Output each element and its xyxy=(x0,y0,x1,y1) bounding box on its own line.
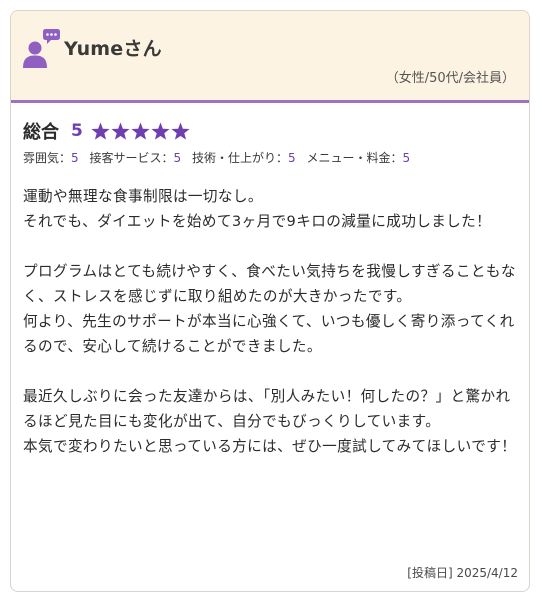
review-header: Yumeさん （女性/50代/会社員） xyxy=(11,11,529,103)
reviewer-meta: （女性/50代/会社員） xyxy=(385,71,515,86)
review-body: 運動や無理な食事制限は一切なし。 それでも、ダイエットを始めて3ヶ月で9キロの減… xyxy=(23,188,517,455)
overall-score: 5 xyxy=(71,121,83,141)
sub-rating-menu-price: メニュー・料金：5 xyxy=(306,151,410,165)
sub-rating-label: 雰囲気： xyxy=(23,151,72,165)
star-icon xyxy=(151,121,170,140)
sub-ratings: 雰囲気：5 接客サービス：5 技術・仕上がり：5 メニュー・料金：5 xyxy=(23,149,529,166)
reviewer-name: Yumeさん xyxy=(64,38,162,60)
star-icon xyxy=(131,121,150,140)
sub-rating-technique: 技術・仕上がり：5 xyxy=(192,151,296,165)
sub-rating-value: 5 xyxy=(71,151,79,165)
star-icon xyxy=(91,121,110,140)
user-comment-icon xyxy=(23,29,60,68)
sub-rating-atmosphere: 雰囲気：5 xyxy=(23,151,79,165)
sub-rating-value: 5 xyxy=(402,151,411,165)
rating-block: 総合 5 雰囲気：5 接客サービス：5 技術・仕上がり：5 メニュー・料金：5 xyxy=(11,103,529,166)
sub-rating-label: メニュー・料金： xyxy=(306,151,403,165)
sub-rating-value: 5 xyxy=(287,151,296,165)
post-date: [投稿日] 2025/4/12 xyxy=(407,566,518,580)
sub-rating-label: 技術・仕上がり： xyxy=(191,151,288,165)
overall-rating-row: 総合 5 xyxy=(23,119,529,143)
star-icon xyxy=(171,121,190,140)
star-icon xyxy=(111,121,130,140)
sub-rating-service: 接客サービス：5 xyxy=(89,151,181,165)
sub-rating-value: 5 xyxy=(173,151,182,165)
overall-label: 総合 xyxy=(23,122,59,143)
review-card: Yumeさん （女性/50代/会社員） 総合 5 雰囲気：5 接客サービス：5 … xyxy=(10,10,530,592)
star-rating xyxy=(91,121,191,141)
sub-rating-label: 接客サービス： xyxy=(89,151,174,165)
